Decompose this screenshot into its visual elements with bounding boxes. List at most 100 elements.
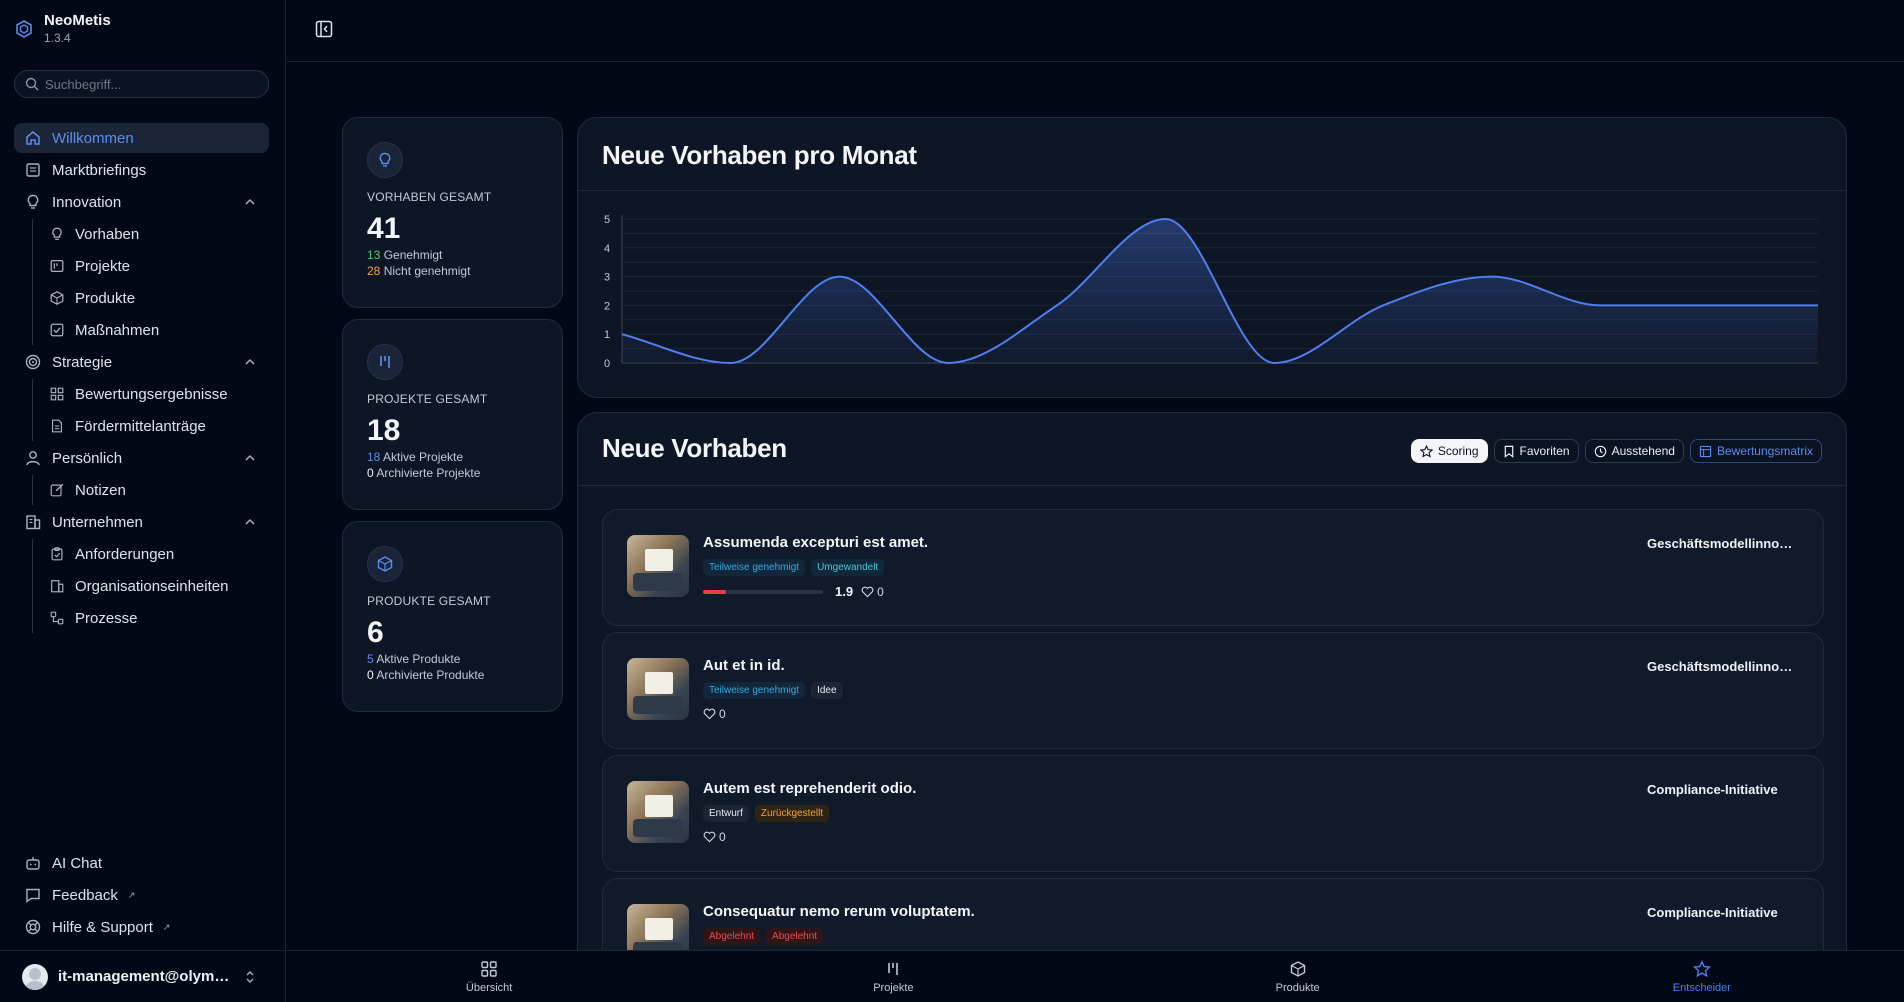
favorites-button[interactable]: Favoriten: [1493, 439, 1579, 463]
nav-organisationseinheiten[interactable]: Organisationseinheiten: [33, 571, 269, 601]
chart-title: Neue Vorhaben pro Monat: [602, 140, 917, 170]
sidebar-toggle-icon[interactable]: [315, 20, 333, 38]
project-title: Autem est reprehenderit odio.: [703, 780, 917, 797]
tab-decision-makers[interactable]: Entscheider: [1500, 951, 1904, 1002]
like-button[interactable]: 0: [703, 707, 726, 721]
stat-active-text: Aktive Projekte: [380, 450, 464, 464]
like-count: 0: [877, 584, 884, 599]
nav-briefings[interactable]: Marktbriefings: [14, 155, 269, 185]
scoring-button[interactable]: Scoring: [1410, 439, 1488, 463]
package-icon: [1290, 960, 1305, 977]
nav-ai-chat[interactable]: AI Chat: [14, 848, 269, 878]
user-icon: [26, 451, 40, 466]
nav-projekte[interactable]: Projekte: [33, 251, 269, 281]
nav-produkte[interactable]: Produkte: [33, 283, 269, 313]
list-item[interactable]: Aut et in id. Teilweise genehmigt Idee 0…: [602, 632, 1824, 749]
external-link-icon: ↗: [162, 921, 171, 932]
nav-feedback-label: Feedback: [52, 886, 118, 904]
status-badge: Idee: [811, 682, 843, 699]
y-tick-label: 4: [604, 243, 610, 255]
document-icon: [51, 419, 63, 433]
brand[interactable]: NeoMetis 1.3.4: [14, 12, 111, 45]
external-link-icon: ↗: [127, 889, 136, 900]
search-input[interactable]: [45, 76, 245, 92]
lightbulb-icon: [52, 227, 62, 240]
star-icon: [1419, 444, 1433, 458]
nav-massnahmen[interactable]: Maßnahmen: [33, 315, 269, 345]
new-projects-chart[interactable]: 0 1 2 3 4 5: [578, 191, 1848, 391]
stat-line-1: 18 Aktive Projekte: [367, 450, 538, 464]
pending-button-label: Ausstehend: [1611, 444, 1675, 458]
nav-personal[interactable]: Persönlich: [14, 443, 269, 473]
nav-projekte-label: Projekte: [75, 257, 131, 275]
y-tick-label: 1: [604, 329, 610, 341]
status-badge: Entwurf: [703, 805, 749, 822]
tab-products[interactable]: Produkte: [1096, 951, 1500, 1002]
chevron-up-icon[interactable]: [243, 355, 257, 369]
nav-vorhaben[interactable]: Vorhaben: [33, 219, 269, 249]
project-category: Compliance-Initiative: [1647, 905, 1778, 920]
nav-prozesse-label: Prozesse: [75, 609, 138, 627]
bottom-tab-bar: Übersicht Projekte Produkte Entscheider: [287, 950, 1904, 1002]
project-category: Geschäftsmodellinnova...: [1647, 536, 1797, 551]
search-box[interactable]: [14, 70, 269, 98]
tab-overview-label: Übersicht: [465, 981, 513, 994]
pending-button[interactable]: Ausstehend: [1584, 439, 1684, 463]
tab-overview[interactable]: Übersicht: [287, 951, 691, 1002]
project-category: Compliance-Initiative: [1647, 782, 1778, 797]
top-bar: [287, 0, 1904, 62]
chevron-up-icon[interactable]: [243, 451, 257, 465]
search-icon: [25, 77, 39, 91]
y-tick-label: 5: [604, 214, 610, 226]
message-square-icon: [26, 888, 40, 903]
user-menu[interactable]: it-management@olymp.s...: [0, 950, 286, 1002]
nav-anforderungen[interactable]: Anforderungen: [33, 539, 269, 569]
scoring-button-label: Scoring: [1437, 444, 1479, 458]
nav-feedback[interactable]: Feedback ↗: [14, 880, 269, 910]
like-button[interactable]: 0: [861, 585, 884, 599]
workflow-icon: [50, 611, 64, 625]
like-button[interactable]: 0: [703, 830, 726, 844]
nav-foerdermittelantraege[interactable]: Fördermittelanträge: [33, 411, 269, 441]
y-tick-label: 2: [604, 300, 610, 312]
kanban-icon: [888, 962, 899, 975]
nav-innovation[interactable]: Innovation: [14, 187, 269, 217]
list-item[interactable]: Autem est reprehenderit odio. Entwurf Zu…: [602, 755, 1824, 872]
project-title: Assumenda excepturi est amet.: [703, 534, 929, 551]
status-tags: Teilweise genehmigt Umgewandelt: [703, 559, 885, 576]
kanban-icon: [50, 260, 64, 272]
app-version: 1.3.4: [44, 31, 71, 45]
nav-notizen[interactable]: Notizen: [33, 475, 269, 505]
nav-company[interactable]: Unternehmen: [14, 507, 269, 537]
nav-bewertungsergebnisse[interactable]: Bewertungsergebnisse: [33, 379, 269, 409]
stat-card-projekte[interactable]: PROJEKTE GESAMT 18 18 Aktive Projekte 0 …: [342, 319, 563, 510]
newspaper-icon: [26, 163, 40, 177]
stat-line-2: 28 Nicht genehmigt: [367, 264, 538, 278]
nav-ai-chat-label: AI Chat: [52, 854, 103, 872]
building-icon: [51, 580, 64, 593]
list-item[interactable]: Assumenda excepturi est amet. Teilweise …: [602, 509, 1824, 626]
nav-produkte-label: Produkte: [75, 289, 136, 307]
status-badge: Teilweise genehmigt: [703, 682, 806, 699]
tab-projects[interactable]: Projekte: [691, 951, 1095, 1002]
project-thumbnail: [627, 658, 689, 720]
stat-card-vorhaben[interactable]: VORHABEN GESAMT 41 13 Genehmigt 28 Nicht…: [342, 117, 563, 308]
project-meta: 0: [703, 707, 726, 721]
nav-welcome[interactable]: Willkommen: [14, 123, 269, 153]
layout-grid-icon: [481, 960, 497, 977]
chart-y-axis: 0 1 2 3 4 5: [604, 214, 610, 370]
stat-total: 6: [367, 616, 384, 649]
stat-card-produkte[interactable]: PRODUKTE GESAMT 6 5 Aktive Produkte 0 Ar…: [342, 521, 563, 712]
nav-personal-label: Persönlich: [52, 449, 123, 467]
chevron-up-icon[interactable]: [243, 515, 257, 529]
chevrons-up-down-icon[interactable]: [243, 970, 257, 984]
nav-strategy[interactable]: Strategie: [14, 347, 269, 377]
stat-active-count: 5: [367, 652, 374, 666]
nav-foerdermittelantraege-label: Fördermittelanträge: [75, 417, 206, 435]
nav-prozesse[interactable]: Prozesse: [33, 603, 269, 633]
rating-matrix-button[interactable]: Bewertungsmatrix: [1689, 439, 1822, 463]
main-nav: Willkommen Marktbriefings Innovation Vor…: [14, 123, 269, 635]
tab-projects-label: Projekte: [873, 981, 914, 994]
nav-help[interactable]: Hilfe & Support ↗: [14, 912, 269, 942]
chevron-up-icon[interactable]: [243, 195, 257, 209]
